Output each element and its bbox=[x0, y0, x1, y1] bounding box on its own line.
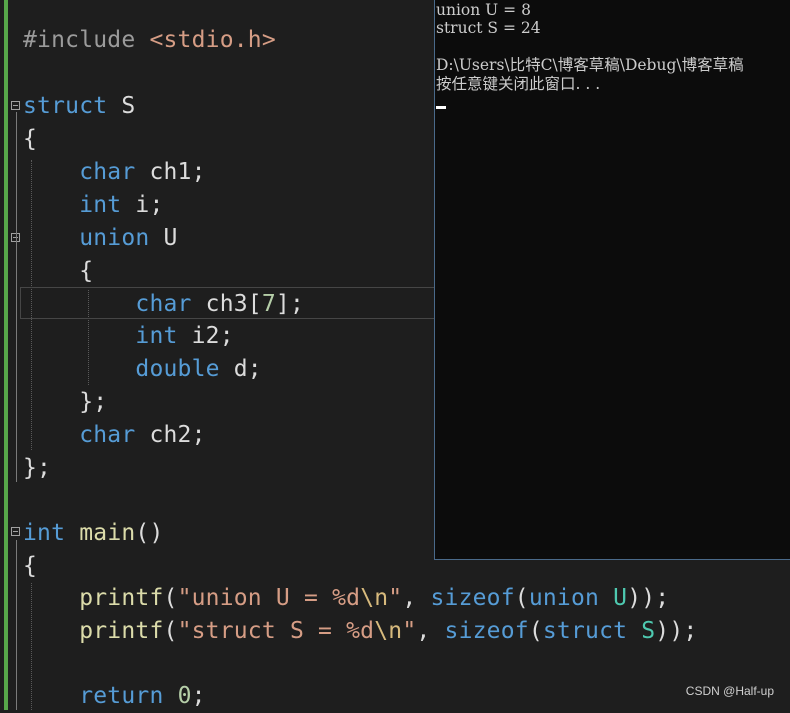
code-line-d[interactable]: double d; bbox=[23, 353, 262, 386]
console-output-path: D:\Users\比特C\博客草稿\Debug\博客草稿 bbox=[436, 56, 744, 74]
code-line-ch1[interactable]: char ch1; bbox=[23, 156, 206, 189]
code-line-i2[interactable]: int i2; bbox=[23, 320, 234, 353]
fold-struct-icon[interactable] bbox=[11, 101, 20, 110]
console-cursor bbox=[436, 106, 446, 109]
code-line-return[interactable]: return 0; bbox=[23, 680, 206, 713]
main-outline-line bbox=[16, 540, 17, 710]
console-output-press-key: 按任意键关闭此窗口. . . bbox=[436, 75, 601, 93]
code-line-union-decl[interactable]: union U bbox=[23, 222, 178, 255]
fold-main-icon[interactable] bbox=[11, 527, 20, 536]
code-line-outer-close[interactable]: }; bbox=[23, 452, 51, 485]
code-line-printf-union[interactable]: printf("union U = %d\n", sizeof(union U)… bbox=[23, 582, 669, 615]
code-line-main-open[interactable]: { bbox=[23, 550, 37, 583]
code-line-open-brace[interactable]: { bbox=[23, 123, 37, 156]
code-line-ch3[interactable]: char ch3[7]; bbox=[23, 288, 304, 321]
struct-outline-line bbox=[16, 112, 17, 482]
code-line-inner-close[interactable]: }; bbox=[23, 386, 107, 419]
change-indicator-bar bbox=[4, 0, 8, 710]
watermark: CSDN @Half-up bbox=[685, 684, 774, 698]
code-line-inner-open[interactable]: { bbox=[23, 255, 93, 288]
code-line-ch2[interactable]: char ch2; bbox=[23, 419, 206, 452]
code-line-i[interactable]: int i; bbox=[23, 189, 164, 222]
code-line-printf-struct[interactable]: printf("struct S = %d\n", sizeof(struct … bbox=[23, 615, 697, 648]
console-window[interactable]: union U = 8 struct S = 24 D:\Users\比特C\博… bbox=[434, 0, 790, 560]
code-line-main-decl[interactable]: int main() bbox=[23, 517, 164, 550]
code-line-include[interactable]: #include <stdio.h> bbox=[23, 24, 276, 57]
console-output-struct: struct S = 24 bbox=[436, 19, 541, 37]
console-output-union: union U = 8 bbox=[436, 1, 531, 19]
code-line-struct-decl[interactable]: struct S bbox=[23, 90, 135, 123]
